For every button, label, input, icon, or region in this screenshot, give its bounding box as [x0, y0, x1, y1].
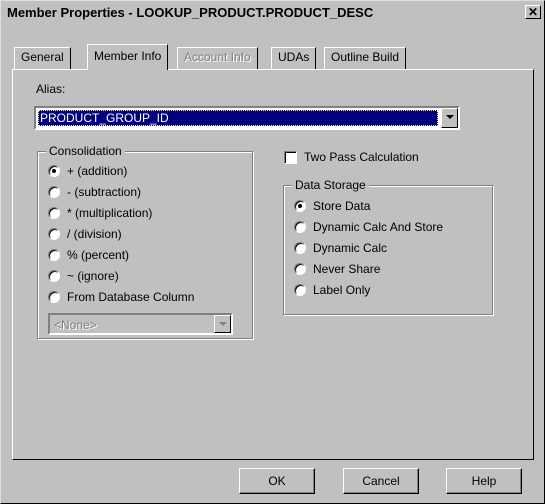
radio-label: / (division): [67, 227, 122, 241]
radio-indicator: [48, 165, 60, 177]
alias-dropdown[interactable]: PRODUCT_GROUP_ID: [34, 106, 460, 130]
member-properties-dialog: Member Properties - LOOKUP_PRODUCT.PRODU…: [0, 0, 545, 504]
radio-label: % (percent): [67, 248, 130, 262]
tab-general[interactable]: General: [14, 47, 71, 69]
data-storage-group: Data Storage Store Data Dynamic Calc And…: [283, 178, 493, 315]
radio-indicator: [294, 221, 306, 233]
radio-label: - (subtraction): [67, 185, 142, 199]
ok-button[interactable]: OK: [239, 468, 315, 494]
help-button[interactable]: Help: [446, 468, 522, 494]
data-storage-legend: Data Storage: [292, 178, 369, 192]
alias-label: Alias:: [36, 82, 66, 96]
close-icon[interactable]: ✕: [525, 5, 541, 19]
tab-label: General: [21, 50, 64, 64]
radio-label: Dynamic Calc: [313, 241, 388, 255]
radio-label: Store Data: [313, 199, 371, 213]
consolidation-legend: Consolidation: [46, 144, 125, 158]
radio-indicator: [48, 249, 60, 261]
tab-udas[interactable]: UDAs: [271, 47, 317, 69]
radio-label: Label Only: [313, 283, 371, 297]
radio-indicator: [294, 242, 306, 254]
title-bar[interactable]: Member Properties - LOOKUP_PRODUCT.PRODU…: [3, 3, 543, 23]
tab-outline-build[interactable]: Outline Build: [324, 47, 407, 69]
radio-indicator: [48, 207, 60, 219]
radio-indicator: [294, 200, 306, 212]
tab-member-info[interactable]: Member Info: [87, 44, 169, 70]
tab-label: UDAs: [278, 50, 310, 64]
tab-account-info: Account Info: [177, 47, 258, 69]
radio-indicator: [48, 291, 60, 303]
window-title: Member Properties - LOOKUP_PRODUCT.PRODU…: [7, 5, 374, 20]
radio-label: + (addition): [67, 164, 128, 178]
radio-indicator: [48, 270, 60, 282]
checkbox-label: Two Pass Calculation: [304, 150, 419, 164]
consolidation-group: Consolidation + (addition) - (subtractio…: [37, 144, 253, 339]
tab-label: Account Info: [184, 50, 251, 64]
radio-indicator: [48, 186, 60, 198]
member-info-panel: Alias: PRODUCT_GROUP_ID Consolidation + …: [12, 69, 534, 460]
database-column-dropdown: <None>: [48, 313, 233, 335]
tab-label: Outline Build: [331, 50, 400, 64]
radio-label: Never Share: [313, 262, 381, 276]
checkbox-indicator: [284, 151, 297, 164]
radio-label: From Database Column: [67, 290, 195, 304]
radio-indicator: [294, 284, 306, 296]
chevron-down-icon: [214, 315, 231, 333]
radio-label: ~ (ignore): [67, 269, 119, 283]
radio-indicator: [48, 228, 60, 240]
radio-label: Dynamic Calc And Store: [313, 220, 444, 234]
cancel-button[interactable]: Cancel: [343, 468, 419, 494]
chevron-down-icon[interactable]: [441, 108, 458, 128]
tab-label: Member Info: [94, 49, 162, 63]
radio-label: * (multiplication): [67, 206, 153, 220]
radio-indicator: [294, 263, 306, 275]
database-column-value: <None>: [54, 318, 97, 331]
alias-value: PRODUCT_GROUP_ID: [38, 110, 438, 126]
